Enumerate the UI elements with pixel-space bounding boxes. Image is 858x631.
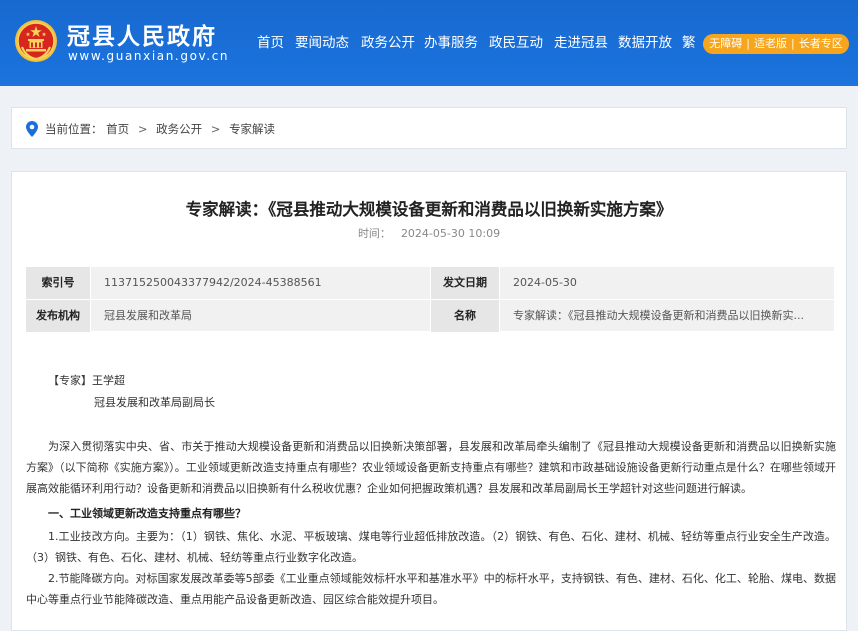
accessibility-link[interactable]: 无障碍: [709, 34, 742, 54]
article-point-1: 1.工业技改方向。主要为：（1）钢铁、焦化、水泥、平板玻璃、煤电等行业超低排放改…: [26, 530, 836, 564]
breadcrumb-separator: >: [137, 122, 148, 136]
site-url: www.guanxian.gov.cn: [68, 49, 230, 63]
meta-index-label: 索引号: [26, 267, 90, 299]
site-title[interactable]: 冠县人民政府: [67, 17, 217, 50]
divider: [90, 267, 91, 331]
nav-item-home[interactable]: 首页: [257, 30, 284, 56]
meta-date-label: 发文日期: [431, 267, 499, 299]
senior-zone-link[interactable]: 长者专区: [799, 34, 843, 54]
elderly-mode-link[interactable]: 适老版: [754, 34, 787, 54]
breadcrumb-trail: 当前位置： 首页 > 政务公开 > 专家解读: [45, 108, 275, 150]
expert-title: 冠县发展和改革局副局长: [94, 396, 215, 409]
meta-index-value: 113715250043377942/2024-45388561: [104, 276, 322, 289]
article-title: 专家解读：《冠县推动大规模设备更新和消费品以旧换新实施方案》: [185, 200, 673, 219]
breadcrumb-label: 当前位置：: [45, 122, 103, 136]
meta-org-label: 发布机构: [26, 300, 90, 332]
nav-item-open-data[interactable]: 数据开放: [618, 30, 672, 56]
nav-item-services[interactable]: 办事服务: [424, 30, 478, 56]
breadcrumb-gov-open[interactable]: 政务公开: [156, 122, 202, 136]
meta-name-value: 专家解读：《冠县推动大规模设备更新和消费品以旧换新实...: [513, 309, 804, 322]
divider: |: [746, 37, 750, 50]
article-point-2: 2.节能降碳方向。对标国家发展改革委等5部委《工业重点领域能效标杆水平和基准水平…: [26, 572, 836, 606]
meta-date-value: 2024-05-30: [513, 276, 577, 289]
time-value: 2024-05-30 10:09: [400, 227, 501, 240]
location-pin-icon: [26, 121, 38, 137]
section-heading: 一、工业领域更新改造支持重点有哪些？: [48, 507, 246, 520]
nav-item-gov-open[interactable]: 政务公开: [361, 30, 415, 56]
divider: [430, 267, 431, 331]
nav-item-news[interactable]: 要闻动态: [295, 30, 349, 56]
article-time: 时间： 2024-05-30 10:09: [12, 225, 846, 241]
nav-item-traditional[interactable]: 繁: [682, 30, 696, 56]
divider: |: [791, 37, 795, 50]
accessibility-pill: 无障碍 | 适老版 | 长者专区: [703, 34, 849, 54]
breadcrumb: 当前位置： 首页 > 政务公开 > 专家解读: [11, 107, 847, 149]
divider: [499, 267, 500, 331]
breadcrumb-separator: >: [210, 122, 221, 136]
site-header: 冠县人民政府 www.guanxian.gov.cn 首页 要闻动态 政务公开 …: [0, 0, 858, 86]
nav-item-about[interactable]: 走进冠县: [554, 30, 608, 56]
time-label: 时间：: [357, 227, 391, 240]
meta-org-value: 冠县发展和改革局: [104, 309, 192, 322]
article-panel: 专家解读：《冠县推动大规模设备更新和消费品以旧换新实施方案》 时间： 2024-0…: [11, 171, 847, 631]
breadcrumb-expert[interactable]: 专家解读: [229, 122, 275, 136]
meta-name-label: 名称: [431, 300, 499, 332]
national-emblem-icon: [15, 20, 57, 62]
breadcrumb-home[interactable]: 首页: [106, 122, 129, 136]
expert-name: 【专家】王学超: [48, 374, 125, 387]
meta-table: 索引号 113715250043377942/2024-45388561 发文日…: [26, 267, 834, 332]
nav-item-interact[interactable]: 政民互动: [489, 30, 543, 56]
article-intro: 为深入贯彻落实中央、省、市关于推动大规模设备更新和消费品以旧换新决策部署，县发展…: [26, 440, 836, 495]
